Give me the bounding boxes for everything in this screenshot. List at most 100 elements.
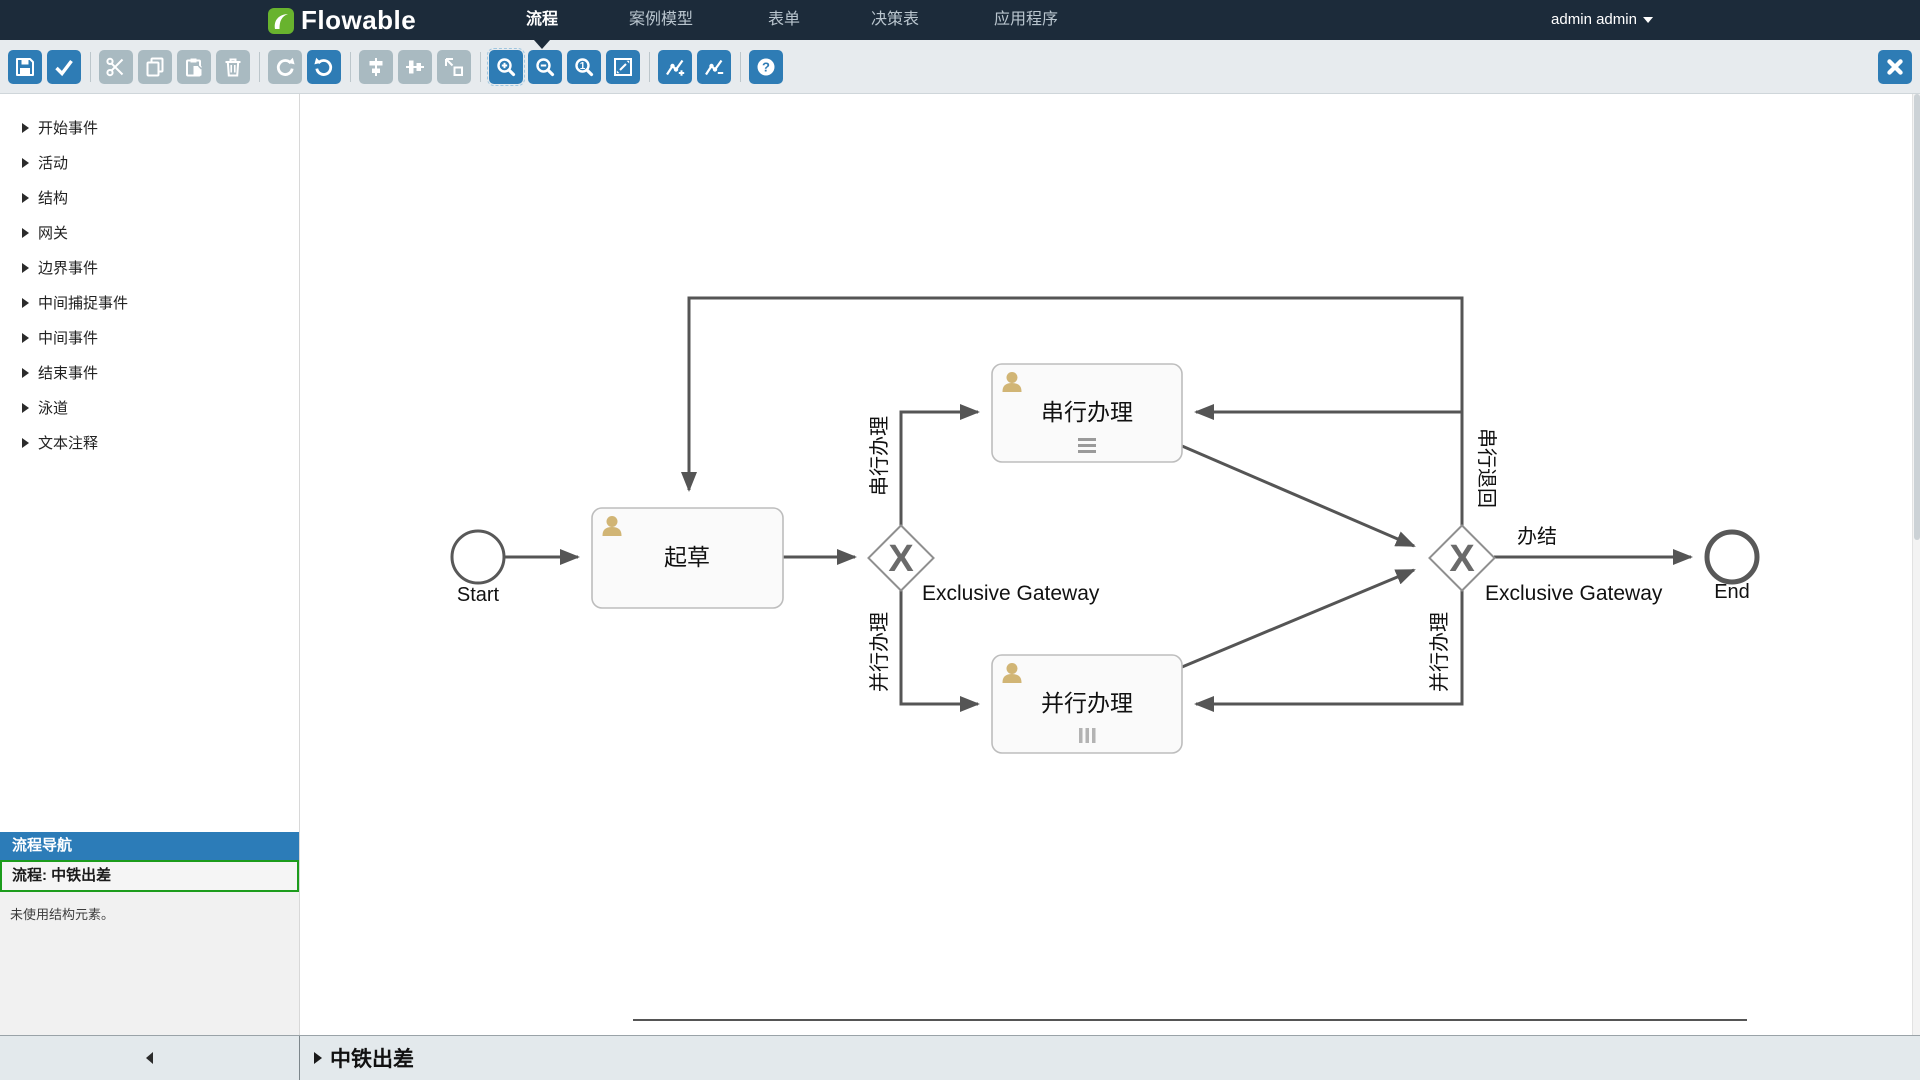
- flow-gateway-to-serial[interactable]: [901, 412, 978, 526]
- zoom-out-icon: [533, 55, 557, 79]
- toolbar-separator: [740, 52, 741, 82]
- user-menu[interactable]: admin admin: [1551, 0, 1653, 40]
- save-button[interactable]: [8, 50, 42, 84]
- copy-icon: [143, 55, 167, 79]
- zoom-fit-icon: [611, 55, 635, 79]
- gateway-x-symbol: X: [1449, 538, 1475, 580]
- palette-item-label: 结束事件: [38, 362, 98, 383]
- collapse-sidebar-button[interactable]: [0, 1036, 300, 1080]
- paste-icon: [182, 55, 206, 79]
- trash-icon: [221, 55, 245, 79]
- tab-forms[interactable]: 表单: [768, 0, 800, 40]
- undo-button[interactable]: [307, 50, 341, 84]
- tab-case-models[interactable]: 案例模型: [629, 0, 693, 40]
- help-icon: ?: [754, 55, 778, 79]
- flowable-logo-icon: [267, 7, 295, 35]
- align-horizontal-button[interactable]: [398, 50, 432, 84]
- same-size-button[interactable]: [437, 50, 471, 84]
- chevron-right-icon: [22, 438, 29, 448]
- end-event-node[interactable]: End: [1707, 532, 1757, 603]
- flowable-logo[interactable]: Flowable: [267, 5, 416, 36]
- process-navigator-note: 未使用结构元素。: [0, 892, 299, 923]
- palette-item-label: 文本注释: [38, 432, 98, 453]
- tab-decision-tables[interactable]: 决策表: [871, 0, 919, 40]
- start-event-node[interactable]: Start: [452, 531, 504, 606]
- add-bendpoint-button[interactable]: [658, 50, 692, 84]
- align-horizontal-icon: [403, 55, 427, 79]
- palette-item-label: 开始事件: [38, 117, 98, 138]
- user-task-serial[interactable]: 串行办理: [992, 364, 1182, 462]
- validate-button[interactable]: [47, 50, 81, 84]
- zoom-fit-button[interactable]: [606, 50, 640, 84]
- scrollbar-thumb[interactable]: [1914, 94, 1920, 540]
- chevron-right-icon: [22, 333, 29, 343]
- chevron-right-icon: [22, 123, 29, 133]
- user-task-parallel[interactable]: 并行办理: [992, 655, 1182, 753]
- toolbar-separator: [90, 52, 91, 82]
- close-editor-button[interactable]: [1878, 50, 1912, 84]
- toolbar-separator: [649, 52, 650, 82]
- palette-item-start-events[interactable]: 开始事件: [0, 110, 299, 145]
- palette-item-label: 网关: [38, 222, 68, 243]
- svg-text:1: 1: [580, 61, 586, 72]
- model-name: 中铁出差: [330, 1043, 414, 1073]
- save-icon: [13, 55, 37, 79]
- bottom-bar: 中铁出差: [0, 1035, 1920, 1080]
- edge-label-serial-branch[interactable]: 串行办理: [868, 416, 891, 496]
- flow-serial-to-gateway[interactable]: [1182, 446, 1414, 546]
- chevron-right-icon: [22, 368, 29, 378]
- flow-parallel-to-gateway[interactable]: [1182, 570, 1414, 667]
- undo-icon: [312, 55, 336, 79]
- canvas-vertical-scrollbar[interactable]: [1912, 94, 1920, 1035]
- zoom-in-icon: [494, 55, 518, 79]
- chevron-right-icon: [22, 158, 29, 168]
- align-vertical-icon: [364, 55, 388, 79]
- chevron-right-icon: [22, 263, 29, 273]
- process-navigator-selected-item[interactable]: 流程: 中铁出差: [0, 860, 299, 892]
- exclusive-gateway-left[interactable]: X Exclusive Gateway: [868, 525, 1099, 605]
- end-event-label: End: [1714, 581, 1750, 603]
- top-navbar: Flowable 流程 案例模型 表单 决策表 应用程序 admin admin: [0, 0, 1920, 40]
- chevron-down-icon: [1643, 17, 1653, 23]
- model-breadcrumb[interactable]: 中铁出差: [300, 1036, 414, 1080]
- zoom-in-button[interactable]: [489, 50, 523, 84]
- edge-label-serial-return[interactable]: 串行退回: [1475, 428, 1498, 508]
- palette-item-intermediate-catching-events[interactable]: 中间捕捉事件: [0, 285, 299, 320]
- cut-button[interactable]: [99, 50, 133, 84]
- tab-processes[interactable]: 流程: [526, 0, 558, 40]
- palette-item-label: 泳道: [38, 397, 68, 418]
- zoom-out-button[interactable]: [528, 50, 562, 84]
- edge-label-finish[interactable]: 办结: [1517, 525, 1557, 548]
- palette-item-intermediate-events[interactable]: 中间事件: [0, 320, 299, 355]
- edge-label-parallel-return[interactable]: 并行办理: [1428, 612, 1451, 692]
- chevron-right-icon: [22, 193, 29, 203]
- same-size-icon: [442, 55, 466, 79]
- palette-item-text-annotation[interactable]: 文本注释: [0, 425, 299, 460]
- align-vertical-button[interactable]: [359, 50, 393, 84]
- remove-bendpoint-button[interactable]: [697, 50, 731, 84]
- user-task-draft[interactable]: 起草: [592, 508, 783, 608]
- svg-text:?: ?: [762, 59, 770, 74]
- help-button[interactable]: ?: [749, 50, 783, 84]
- redo-button[interactable]: [268, 50, 302, 84]
- parallel-multi-instance-icon: [1079, 728, 1096, 743]
- palette-item-activities[interactable]: 活动: [0, 145, 299, 180]
- palette-item-structural[interactable]: 结构: [0, 180, 299, 215]
- active-tab-pointer: [534, 40, 550, 49]
- palette-item-swimlanes[interactable]: 泳道: [0, 390, 299, 425]
- palette-item-boundary-events[interactable]: 边界事件: [0, 250, 299, 285]
- bpmn-canvas[interactable]: 串行办理 并行办理 串行退回 并行办理 办结 Start 起草: [300, 94, 1920, 1035]
- edge-label-parallel-branch[interactable]: 并行办理: [868, 612, 891, 692]
- flow-gateway-to-parallel[interactable]: [901, 590, 978, 704]
- copy-button[interactable]: [138, 50, 172, 84]
- palette-item-end-events[interactable]: 结束事件: [0, 355, 299, 390]
- process-navigator-panel: 流程导航 流程: 中铁出差 未使用结构元素。: [0, 832, 300, 1035]
- remove-bendpoint-icon: [702, 55, 726, 79]
- tab-apps[interactable]: 应用程序: [994, 0, 1058, 40]
- palette-item-gateways[interactable]: 网关: [0, 215, 299, 250]
- delete-button[interactable]: [216, 50, 250, 84]
- close-icon: [1883, 55, 1907, 79]
- paste-button[interactable]: [177, 50, 211, 84]
- palette-item-label: 边界事件: [38, 257, 98, 278]
- zoom-actual-button[interactable]: 1: [567, 50, 601, 84]
